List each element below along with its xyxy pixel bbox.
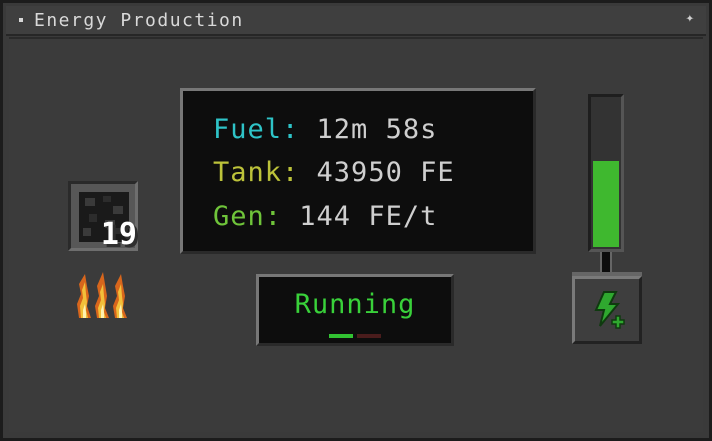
energy-bar	[588, 94, 624, 252]
info-panel: Fuel: 12m 58s Tank: 43950 FE Gen: 144 FE…	[180, 88, 536, 254]
window-expand-icon[interactable]: ✦	[686, 10, 694, 26]
fuel-slot[interactable]: 19	[68, 181, 138, 252]
status-text: Running	[294, 289, 416, 320]
item-count: 19	[100, 217, 137, 252]
window-menu-dot-icon[interactable]	[19, 18, 23, 22]
tank-value: 43950 FE	[316, 157, 455, 188]
power-output-button[interactable]	[572, 276, 642, 344]
gen-line: Gen: 144 FE/t	[213, 201, 437, 232]
status-indicator-off	[357, 334, 381, 338]
energy-bar-fill	[593, 161, 619, 247]
fuel-value: 12m 58s	[316, 114, 438, 145]
status-indicator-on	[329, 334, 353, 338]
tank-label: Tank:	[213, 157, 300, 188]
status-button[interactable]: Running	[256, 274, 454, 346]
fuel-label: Fuel:	[213, 114, 300, 145]
tank-line: Tank: 43950 FE	[213, 157, 455, 188]
gen-value: 144 FE/t	[299, 201, 438, 232]
titlebar[interactable]: Energy Production ✦	[6, 6, 706, 36]
flame-icon	[77, 272, 127, 318]
lightning-plus-icon	[594, 291, 625, 329]
fuel-line: Fuel: 12m 58s	[213, 114, 437, 145]
window-title: Energy Production	[34, 10, 244, 31]
gen-label: Gen:	[213, 201, 283, 232]
